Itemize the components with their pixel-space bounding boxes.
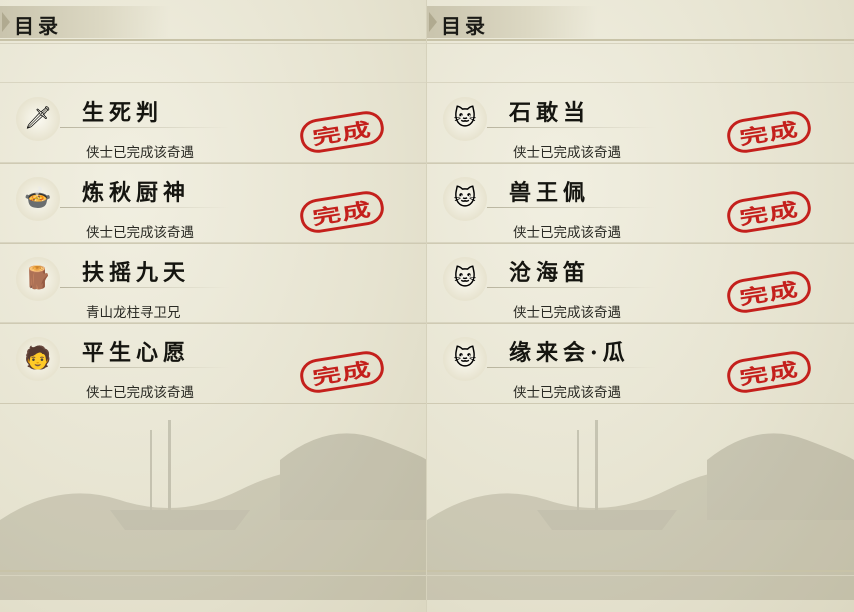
adventure-entry[interactable]: 🪵 扶摇九天 青山龙柱寻卫兄: [0, 242, 427, 324]
adventure-entry[interactable]: 🐱 缘来会·瓜 侠士已完成该奇遇 完成: [427, 322, 854, 404]
catalog-title: 目录: [14, 14, 62, 38]
adventure-title: 生死判: [82, 100, 164, 126]
adventure-status: 侠士已完成该奇遇: [513, 145, 621, 161]
cat-avatar-icon: 🐱: [443, 177, 487, 221]
character-avatar-icon: 🧑: [16, 337, 60, 381]
right-catalog-panel: 目录 🐱 石敢当 侠士已完成该奇遇 完成 🐱 兽王佩 侠士已完成该奇遇 完成 🐱…: [427, 0, 854, 612]
title-underline: [487, 367, 657, 368]
catalog-title: 目录: [441, 14, 489, 38]
divider: [0, 570, 427, 572]
chevron-right-icon: [2, 12, 10, 32]
completed-stamp: 完成: [724, 188, 814, 236]
left-catalog-panel: 目录 🗡 生死判 侠士已完成该奇遇 完成 🍲 炼秋厨神 侠士已完成该奇遇 完成 …: [0, 0, 427, 612]
divider: [427, 570, 854, 572]
adventure-status: 侠士已完成该奇遇: [513, 225, 621, 241]
adventure-title: 缘来会·瓜: [509, 340, 630, 366]
cat-avatar-icon: 🐱: [443, 337, 487, 381]
adventure-entry[interactable]: 🍲 炼秋厨神 侠士已完成该奇遇 完成: [0, 162, 427, 244]
divider: [427, 43, 854, 44]
divider: [0, 575, 427, 576]
catalog-header: 目录: [427, 6, 854, 44]
adventure-title: 炼秋厨神: [82, 180, 191, 206]
adventure-title: 平生心愿: [82, 340, 191, 366]
completed-stamp: 完成: [297, 188, 387, 236]
title-underline: [60, 207, 230, 208]
adventure-status: 侠士已完成该奇遇: [513, 385, 621, 401]
title-underline: [487, 127, 657, 128]
divider: [427, 39, 854, 41]
divider: [0, 43, 427, 44]
title-underline: [60, 367, 230, 368]
adventure-entry[interactable]: 🐱 石敢当 侠士已完成该奇遇 完成: [427, 82, 854, 164]
catalog-header: 目录: [0, 6, 427, 44]
adventure-hint: 青山龙柱寻卫兄: [86, 305, 181, 321]
divider: [0, 39, 427, 41]
adventure-title: 兽王佩: [509, 180, 591, 206]
completed-stamp: 完成: [297, 348, 387, 396]
adventure-entry[interactable]: 🧑 平生心愿 侠士已完成该奇遇 完成: [0, 322, 427, 404]
adventure-status: 侠士已完成该奇遇: [513, 305, 621, 321]
chevron-right-icon: [429, 12, 437, 32]
cat-avatar-icon: 🐱: [443, 257, 487, 301]
adventure-status: 侠士已完成该奇遇: [86, 225, 194, 241]
completed-stamp: 完成: [724, 268, 814, 316]
completed-stamp: 完成: [724, 348, 814, 396]
wooden-pillar-icon: 🪵: [16, 257, 60, 301]
divider: [427, 575, 854, 576]
adventure-title: 扶摇九天: [82, 260, 191, 286]
adventure-status: 侠士已完成该奇遇: [86, 385, 194, 401]
completed-stamp: 完成: [297, 108, 387, 156]
adventure-title: 沧海笛: [509, 260, 591, 286]
cat-avatar-icon: 🐱: [443, 97, 487, 141]
completed-stamp: 完成: [724, 108, 814, 156]
title-underline: [487, 207, 657, 208]
cooking-pot-icon: 🍲: [16, 177, 60, 221]
adventure-title: 石敢当: [509, 100, 591, 126]
adventure-status: 侠士已完成该奇遇: [86, 145, 194, 161]
adventure-entry[interactable]: 🗡 生死判 侠士已完成该奇遇 完成: [0, 82, 427, 164]
adventure-entry[interactable]: 🐱 兽王佩 侠士已完成该奇遇 完成: [427, 162, 854, 244]
title-underline: [60, 287, 230, 288]
title-underline: [60, 127, 230, 128]
sword-gold-icon: 🗡: [16, 97, 60, 141]
title-underline: [487, 287, 657, 288]
adventure-entry[interactable]: 🐱 沧海笛 侠士已完成该奇遇 完成: [427, 242, 854, 324]
